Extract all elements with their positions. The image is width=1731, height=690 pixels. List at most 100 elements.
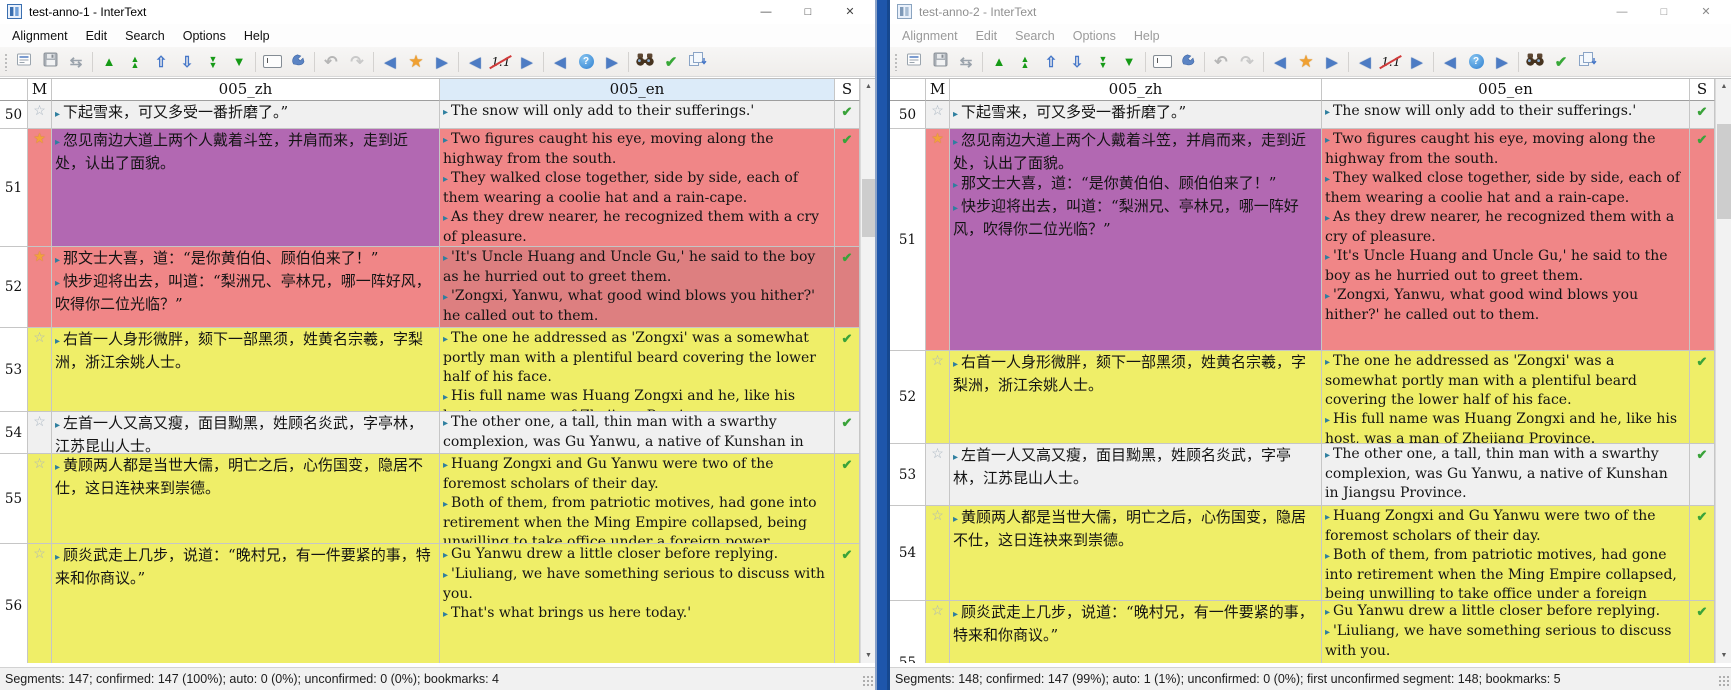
menu-search[interactable]: Search [116, 26, 174, 46]
segment[interactable]: ▸As they drew nearer, he recognized them… [443, 208, 830, 247]
bookmark-star-icon[interactable]: ★ [33, 248, 46, 264]
undo-icon[interactable]: ↶ [1208, 50, 1234, 74]
redo-icon[interactable]: ↷ [1234, 50, 1260, 74]
scroll-up-icon[interactable]: ▲ [1716, 79, 1731, 94]
resize-grip[interactable] [1718, 675, 1729, 688]
confirm-cell[interactable]: ✔ [1690, 506, 1715, 601]
bookmark-cell[interactable]: ★ [28, 247, 52, 328]
target-cell[interactable]: ▸Two figures caught his eye, moving alon… [1322, 129, 1690, 351]
minimize-button[interactable]: — [745, 0, 787, 24]
redo-icon[interactable]: ↷ [344, 50, 370, 74]
merge-up-icon[interactable]: ▲ [96, 50, 122, 74]
confirmed-check-icon[interactable]: ✔ [842, 331, 853, 346]
save-icon[interactable] [37, 50, 63, 74]
next-non-1-1-icon[interactable]: ▶ [514, 50, 540, 74]
target-cell[interactable]: ▸Two figures caught his eye, moving alon… [440, 129, 835, 247]
bookmark-star-outline-icon[interactable]: ☆ [931, 102, 944, 118]
source-cell[interactable]: ▸忽见南边大道上两个人戴着斗笠，并肩而来，走到近处，认出了面貌。▸那文士大喜，道… [950, 129, 1322, 351]
bookmark-cell[interactable]: ☆ [926, 101, 950, 129]
segment[interactable]: ▸忽见南边大道上两个人戴着斗笠，并肩而来，走到近处，认出了面貌。 [55, 130, 435, 173]
scroll-down-icon[interactable]: ▼ [861, 648, 876, 663]
shift-down-all-icon[interactable]: ▼ [1090, 50, 1116, 74]
bookmark-cell[interactable]: ☆ [926, 444, 950, 506]
move-up-icon[interactable]: ⇧ [148, 50, 174, 74]
merge-up-all-icon[interactable]: ▲ [122, 50, 148, 74]
ratio-1-1-icon[interactable]: 1:1 [488, 50, 514, 74]
menu-options[interactable]: Options [1064, 26, 1125, 46]
target-cell[interactable]: ▸The snow will only add to their sufferi… [1322, 101, 1690, 129]
segment[interactable]: ▸The other one, a tall, thin man with a … [1325, 445, 1685, 503]
target-cell[interactable]: ▸The other one, a tall, thin man with a … [1322, 444, 1690, 506]
segment[interactable]: ▸They walked close together, side by sid… [1325, 169, 1685, 208]
menu-help[interactable]: Help [1125, 26, 1169, 46]
segment[interactable]: ▸Gu Yanwu drew a little closer before re… [443, 545, 830, 565]
segment[interactable]: ▸顾炎武走上几步，说道：“晚村兄，有一件要紧的事，特来和你商议。” [953, 602, 1317, 645]
merge-up-icon[interactable]: ▲ [986, 50, 1012, 74]
confirm-cell[interactable]: ✔ [835, 412, 860, 454]
bookmark-star-outline-icon[interactable]: ☆ [33, 545, 46, 561]
segment[interactable]: ▸那文士大喜，道：“是你黄伯伯、顾伯伯来了！” [953, 173, 1317, 196]
scrollbar-thumb[interactable] [1717, 124, 1731, 219]
segment[interactable]: ▸That's what brings us here today.' [1325, 661, 1685, 663]
alignment-properties-icon[interactable] [901, 50, 927, 74]
source-cell[interactable]: ▸右首一人身形微胖，颏下一部黑须，姓黄名宗羲，字梨洲，浙江余姚人士。 [950, 351, 1322, 444]
bookmark-cell[interactable]: ☆ [28, 328, 52, 412]
source-cell[interactable]: ▸那文士大喜，道：“是你黄伯伯、顾伯伯来了！”▸快步迎将出去，叫道：“梨洲兄、亭… [52, 247, 440, 328]
move-down-icon[interactable]: ⇩ [1064, 50, 1090, 74]
find-icon[interactable] [632, 50, 658, 74]
confirmed-check-icon[interactable]: ✔ [1697, 447, 1708, 462]
bookmark-icon[interactable]: ★ [403, 50, 429, 74]
segment[interactable]: ▸忽见南边大道上两个人戴着斗笠，并肩而来，走到近处，认出了面貌。 [953, 130, 1317, 173]
segment[interactable]: ▸快步迎将出去，叫道：“梨洲兄、亭林兄，哪一阵好风，吹得你二位光临？” [953, 196, 1317, 239]
bookmark-cell[interactable]: ★ [28, 129, 52, 247]
bookmark-cell[interactable]: ☆ [28, 412, 52, 454]
prev-non-1-1-icon[interactable]: ◀ [462, 50, 488, 74]
target-cell[interactable]: ▸The other one, a tall, thin man with a … [440, 412, 835, 454]
bookmark-icon[interactable]: ★ [1293, 50, 1319, 74]
target-cell[interactable]: ▸Gu Yanwu drew a little closer before re… [440, 544, 835, 663]
prev-bookmark-icon[interactable]: ◀ [377, 50, 403, 74]
vertical-scrollbar[interactable]: ▲▼ [860, 79, 876, 663]
bookmark-cell[interactable]: ☆ [926, 506, 950, 601]
next-bookmark-icon[interactable]: ▶ [1319, 50, 1345, 74]
reload-icon[interactable]: ⇆ [63, 50, 89, 74]
confirm-cell[interactable]: ✔ [1690, 129, 1715, 351]
menu-alignment[interactable]: Alignment [3, 26, 77, 46]
target-cell[interactable]: ▸The one he addressed as 'Zongxi' was a … [440, 328, 835, 412]
bookmark-star-outline-icon[interactable]: ☆ [931, 507, 944, 523]
segment[interactable]: ▸'Liuliang, we have something serious to… [443, 565, 830, 604]
segment[interactable]: ▸'Zongxi, Yanwu, what good wind blows yo… [1325, 286, 1685, 325]
segment[interactable]: ▸Gu Yanwu drew a little closer before re… [1325, 602, 1685, 622]
alignment-properties-icon[interactable] [11, 50, 37, 74]
bookmark-star-outline-icon[interactable]: ☆ [33, 455, 46, 471]
scroll-down-icon[interactable]: ▼ [1716, 648, 1731, 663]
source-cell[interactable]: ▸下起雪来，可又多受一番折磨了。” [52, 101, 440, 129]
merge-up-all-icon[interactable]: ▲ [1012, 50, 1038, 74]
prev-unconfirmed-icon[interactable]: ◀ [547, 50, 573, 74]
scrollbar-thumb[interactable] [862, 179, 875, 237]
segment[interactable]: ▸下起雪来，可又多受一番折磨了。” [953, 102, 1317, 125]
shift-down-icon[interactable]: ▼ [1116, 50, 1142, 74]
bookmark-star-outline-icon[interactable]: ☆ [931, 602, 944, 618]
menu-help[interactable]: Help [235, 26, 279, 46]
bookmark-star-outline-icon[interactable]: ☆ [33, 413, 46, 429]
segment[interactable]: ▸His full name was Huang Zongxi and he, … [1325, 410, 1685, 444]
confirm-cell[interactable]: ✔ [1690, 601, 1715, 663]
target-cell[interactable]: ▸The one he addressed as 'Zongxi' was a … [1322, 351, 1690, 444]
transfer-icon[interactable] [684, 50, 710, 74]
segment[interactable]: ▸下起雪来，可又多受一番折磨了。” [55, 102, 435, 125]
segment[interactable]: ▸黄顾两人都是当世大儒，明亡之后，心伤国变，隐居不仕，这日连袂来到崇德。 [55, 455, 435, 498]
titlebar[interactable]: test-anno-1 - InterText — □ ✕ [0, 0, 875, 24]
next-unconfirmed-icon[interactable]: ▶ [1489, 50, 1515, 74]
source-cell[interactable]: ▸黄顾两人都是当世大儒，明亡之后，心伤国变，隐居不仕，这日连袂来到崇德。 [950, 506, 1322, 601]
confirm-cell[interactable]: ✔ [835, 247, 860, 328]
bookmark-star-icon[interactable]: ★ [33, 130, 46, 146]
resize-grip[interactable] [862, 675, 873, 688]
segment[interactable]: ▸那文士大喜，道：“是你黄伯伯、顾伯伯来了！” [55, 248, 435, 271]
bookmark-star-icon[interactable]: ★ [931, 130, 944, 146]
edit-text-icon[interactable] [1149, 50, 1175, 74]
confirmed-check-icon[interactable]: ✔ [842, 250, 853, 265]
segment[interactable]: ▸His full name was Huang Zongxi and he, … [443, 387, 830, 412]
confirm-cell[interactable]: ✔ [835, 101, 860, 129]
confirm-cell[interactable]: ✔ [1690, 101, 1715, 129]
